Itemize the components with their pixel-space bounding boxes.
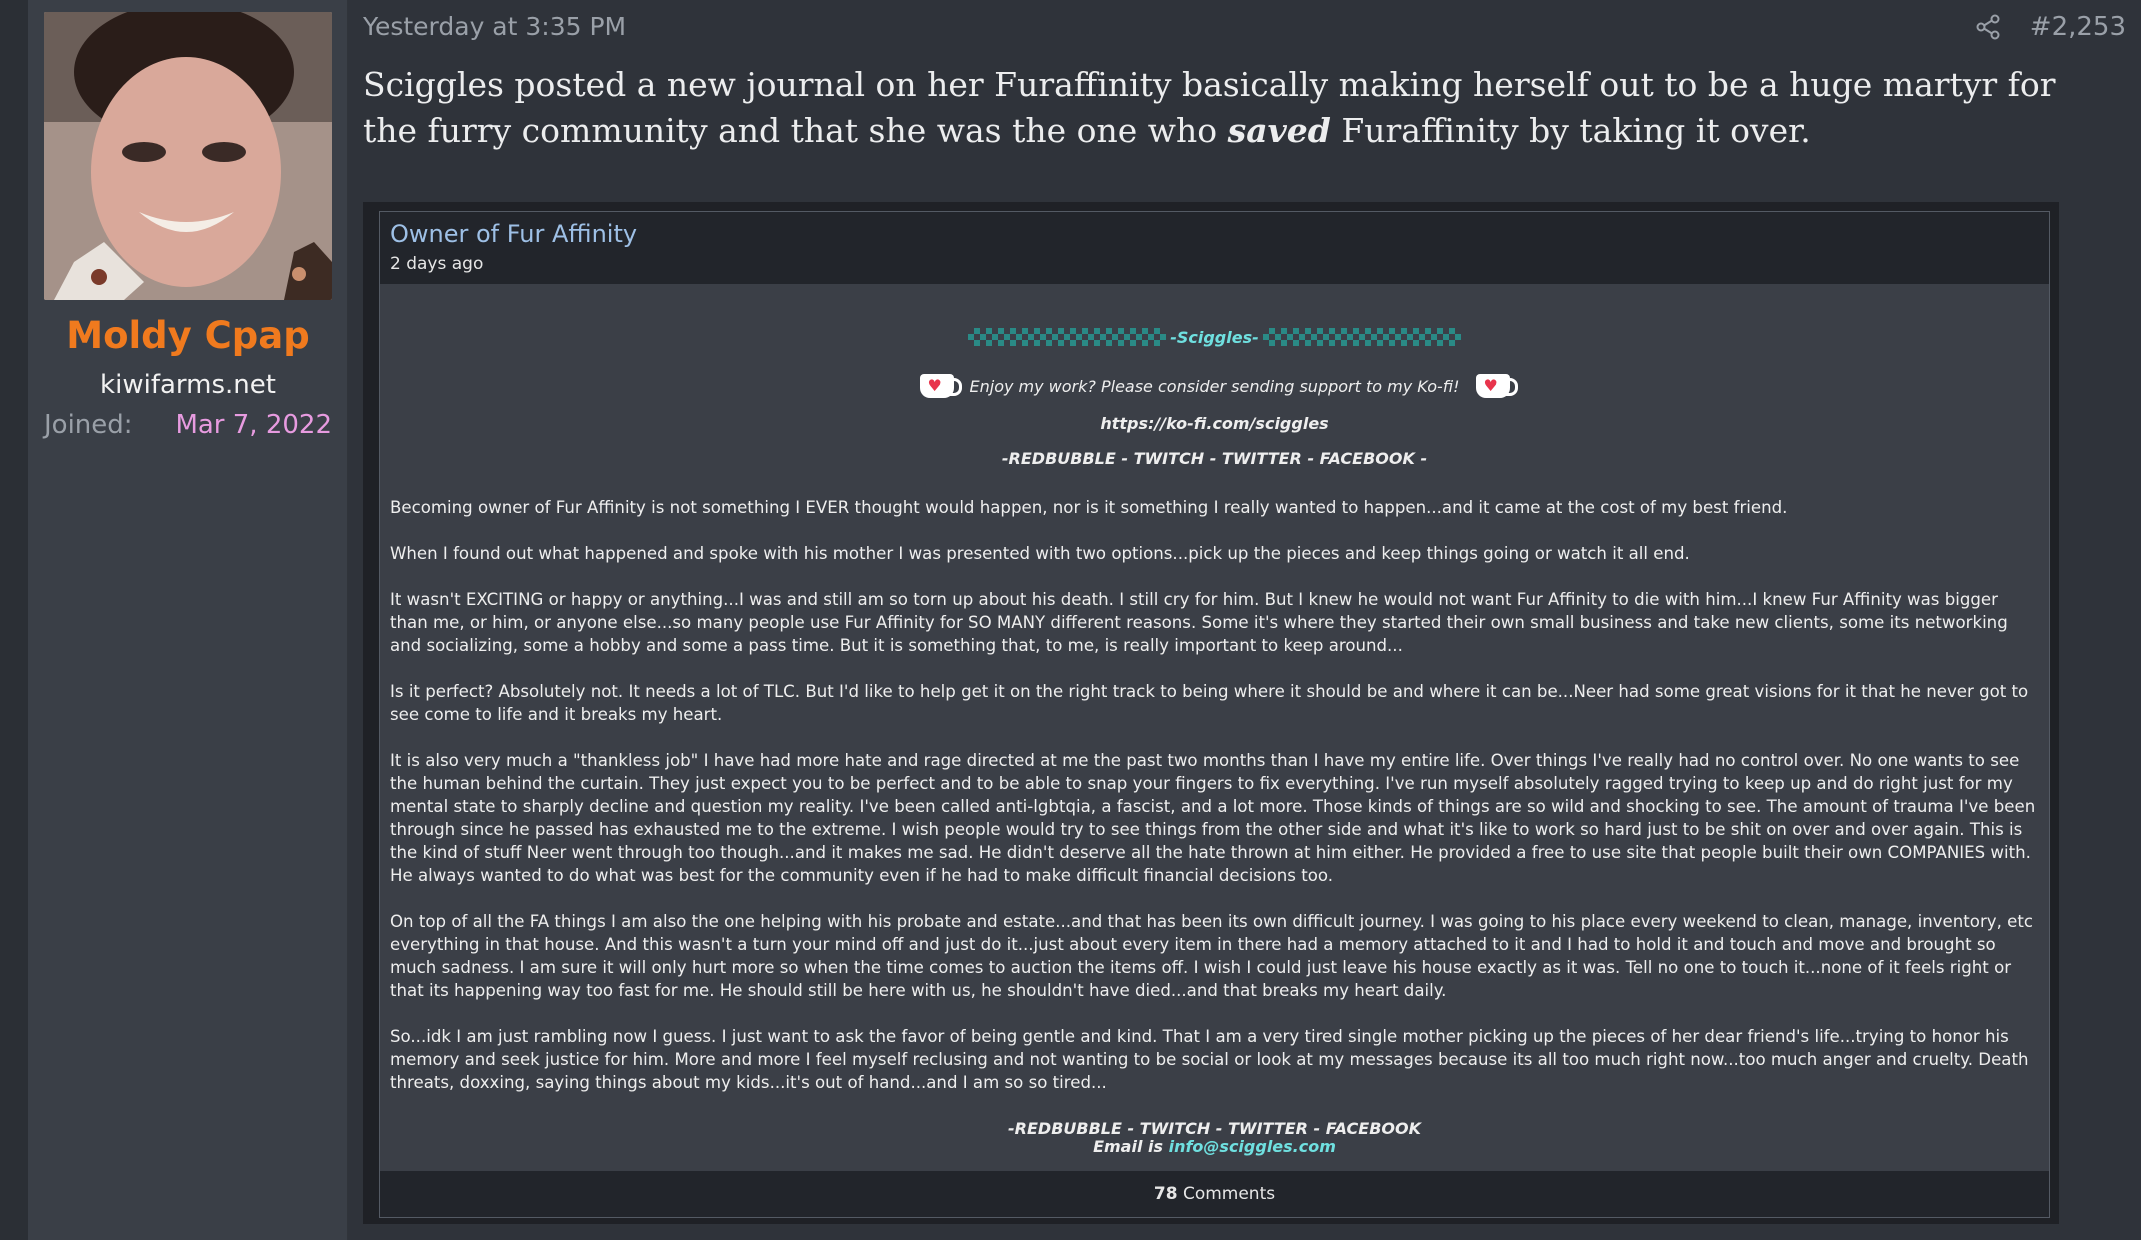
checker-pattern-left: [968, 328, 1167, 346]
signature-name: -Sciggles-: [1170, 327, 1259, 347]
footer-social-links[interactable]: -REDBUBBLE - TWITCH - TWITTER - FACEBOOK: [390, 1120, 2039, 1138]
post-actions: #2,253: [1974, 12, 2126, 42]
post-number-link[interactable]: #2,253: [2030, 12, 2126, 42]
kofi-row: ♥ Enjoy my work? Please consider sending…: [390, 374, 2039, 398]
signature-banner: -Sciggles-: [390, 326, 2039, 348]
right-margin: [2059, 202, 2141, 1240]
embedded-journal: Owner of Fur Affinity 2 days ago -Sciggl…: [363, 202, 2059, 1224]
user-avatar-photo-icon: [44, 12, 332, 300]
journal-date: 2 days ago: [390, 254, 484, 274]
comments-bar[interactable]: 78 Comments: [380, 1171, 2049, 1217]
journal-content: -Sciggles- ♥ Enjoy my work? Please consi…: [380, 326, 2049, 1156]
joined-label: Joined:: [44, 410, 133, 440]
page-gutter: [0, 0, 28, 1240]
joined-row: Joined: Mar 7, 2022: [44, 410, 332, 440]
comments-label: Comments: [1177, 1184, 1276, 1204]
username[interactable]: Moldy Cpap: [28, 314, 348, 357]
post-body-emphasis: saved: [1227, 111, 1331, 150]
user-title: kiwifarms.net: [100, 370, 276, 400]
journal-paragraph: It is also very much a "thankless job" I…: [390, 751, 2036, 885]
kofi-cup-icon: ♥: [919, 374, 962, 398]
kofi-link[interactable]: https://ko-fi.com/sciggles: [390, 412, 2039, 435]
journal-frame: Owner of Fur Affinity 2 days ago -Sciggl…: [379, 211, 2050, 1218]
comments-count: 78: [1153, 1184, 1178, 1204]
post-main: Yesterday at 3:35 PM #2,253 Sciggles pos…: [348, 0, 2141, 1240]
post-body: Sciggles posted a new journal on her Fur…: [363, 62, 2103, 154]
avatar[interactable]: [44, 12, 332, 300]
journal-paragraph: Is it perfect? Absolutely not. It needs …: [390, 682, 2029, 724]
joined-date: Mar 7, 2022: [175, 410, 332, 440]
post-user-sidebar: Moldy Cpap kiwifarms.net Joined: Mar 7, …: [28, 0, 348, 1240]
footer-email-line: Email is info@sciggles.com: [390, 1138, 2039, 1156]
journal-header: Owner of Fur Affinity 2 days ago: [380, 212, 2049, 284]
email-link[interactable]: info@sciggles.com: [1169, 1137, 1336, 1156]
journal-title[interactable]: Owner of Fur Affinity: [390, 220, 2039, 248]
kofi-text: Enjoy my work? Please consider sending s…: [969, 376, 1460, 396]
post-date[interactable]: Yesterday at 3:35 PM: [363, 12, 626, 41]
journal-paragraph: When I found out what happened and spoke…: [390, 544, 1690, 563]
social-links[interactable]: -REDBUBBLE - TWITCH - TWITTER - FACEBOOK…: [390, 447, 2039, 470]
journal-paragraph: So...idk I am just rambling now I guess.…: [390, 1027, 2029, 1092]
journal-paragraph: It wasn't EXCITING or happy or anything.…: [390, 590, 2008, 655]
journal-paragraph: On top of all the FA things I am also th…: [390, 912, 2033, 1000]
email-label: Email is: [1093, 1137, 1169, 1156]
share-icon[interactable]: [1974, 13, 2002, 41]
post-body-text-end: Furaffinity by taking it over.: [1330, 111, 1811, 150]
journal-paragraph: Becoming owner of Fur Affinity is not so…: [390, 498, 1788, 517]
journal-footer: -REDBUBBLE - TWITCH - TWITTER - FACEBOOK…: [390, 1120, 2039, 1156]
checker-pattern-right: [1262, 328, 1461, 346]
kofi-cup-icon: ♥: [1475, 374, 1518, 398]
